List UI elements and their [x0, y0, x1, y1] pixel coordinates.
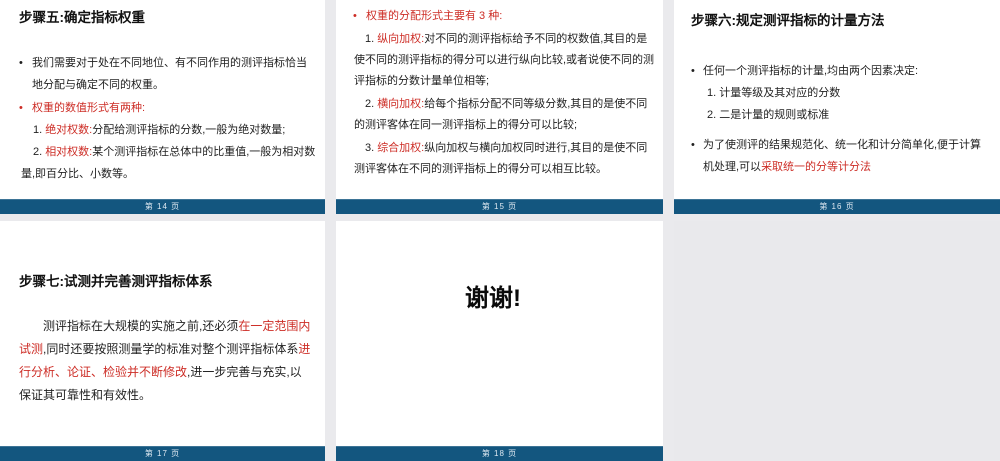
bullet-text: 任何一个测评指标的计量,均由两个因素决定: [703, 65, 919, 77]
sub-item: 1. 计量等级及其对应的分数 [707, 87, 841, 99]
page-number-bar: 第 15 页 [336, 199, 663, 214]
page-number-bar: 第 16 页 [674, 199, 1000, 214]
page-number-label: 第 16 页 [819, 201, 855, 211]
bullet-icon: • [691, 65, 695, 77]
item-term: 相对权数: [45, 146, 93, 158]
numbered-item: 1. 纵向加权:对不同的测评指标给予不同的权数值,其目的是使不同的测评指标的得分可… [353, 29, 655, 92]
page-number-bar: 第 17 页 [0, 446, 325, 461]
empty-slide-slot [674, 221, 1000, 461]
body-paragraph: 测评指标在大规模的实施之前,还必须在一定范围内试测,同时还要按照测量学的标准对整… [19, 315, 313, 407]
item-number: 1. [33, 124, 43, 136]
slide-18-body: 谢谢! [336, 221, 663, 446]
bullet-point-red: • 权重的分配形式主要有 3 种: [353, 6, 655, 27]
page-number-label: 第 17 页 [144, 448, 181, 458]
slide-page-15[interactable]: • 权重的分配形式主要有 3 种: 1. 纵向加权:对不同的测评指标给予不同的权数值… [336, 0, 663, 214]
page-number-label: 第 18 页 [481, 448, 518, 458]
numbered-item: 2. 横向加权:给每个指标分配不同等级分数,其目的是使不同的测评客体在同一测评指标… [353, 94, 655, 136]
slide-sorter-grid: 步骤五:确定指标权重 • 我们需要对于处在不同地位、有不同作用的测评指标恰当地分配… [0, 0, 1000, 461]
slide-page-17[interactable]: 步骤七:试测并完善测评指标体系 测评指标在大规模的实施之前,还必须在一定范围内试… [0, 221, 325, 461]
bullet-text: 权重的分配形式主要有 3 种: [366, 10, 503, 22]
bullet-icon: • [19, 102, 23, 114]
bullet-point: • 任何一个测评指标的计量,均由两个因素决定: [691, 60, 990, 82]
bullet-text-highlight: 采取统一的分等计分法 [761, 161, 872, 173]
item-number: 3. [365, 142, 375, 154]
numbered-item: 1. 绝对权数:分配给测评指标的分数,一般为绝对数量; [19, 119, 316, 141]
bullet-point: • 为了使测评的结果规范化、统一化和计分简单化,便于计算机处理,可以采取统一的分等… [691, 134, 990, 178]
sub-item: 2. 二是计量的规则或标准 [707, 109, 830, 121]
bullet-icon: • [691, 139, 695, 151]
slide-page-16[interactable]: 步骤六:规定测评指标的计量方法 • 任何一个测评指标的计量,均由两个因素决定: 1… [674, 0, 1000, 214]
slide-title: 步骤五:确定指标权重 [19, 10, 145, 25]
bullet-text: 我们需要对于处在不同地位、有不同作用的测评指标恰当地分配与确定不同的权重。 [32, 57, 307, 91]
page-number-label: 第 15 页 [481, 201, 518, 211]
page-number-label: 第 14 页 [144, 201, 181, 211]
slide-title: 步骤七:试测并完善测评指标体系 [19, 274, 213, 289]
item-term: 绝对权数: [45, 124, 93, 136]
slide-page-18[interactable]: 谢谢! 第 18 页 [336, 221, 663, 461]
item-term: 综合加权: [377, 142, 425, 154]
slide-16-body: 步骤六:规定测评指标的计量方法 • 任何一个测评指标的计量,均由两个因素决定: 1… [674, 0, 1000, 199]
item-number: 2. [33, 146, 43, 158]
para-text: ,同时还要按照测量学的标准对整个测评指标体系 [43, 342, 299, 356]
item-number: 2. [365, 98, 375, 110]
slide-17-body: 步骤七:试测并完善测评指标体系 测评指标在大规模的实施之前,还必须在一定范围内试… [0, 221, 325, 446]
para-text: 测评指标在大规模的实施之前,还必须 [43, 319, 239, 333]
item-term: 纵向加权: [377, 33, 425, 45]
slide-page-14[interactable]: 步骤五:确定指标权重 • 我们需要对于处在不同地位、有不同作用的测评指标恰当地分配… [0, 0, 325, 214]
item-text: 分配给测评指标的分数,一般为绝对数量; [92, 124, 286, 136]
bullet-point-red: • 权重的数值形式有两种: [19, 97, 316, 119]
item-term: 横向加权: [377, 98, 425, 110]
slide-14-body: 步骤五:确定指标权重 • 我们需要对于处在不同地位、有不同作用的测评指标恰当地分配… [0, 0, 325, 199]
thank-you-heading: 谢谢! [465, 285, 521, 312]
bullet-icon: • [19, 57, 23, 69]
numbered-item: 2. 相对权数:某个测评指标在总体中的比重值,一般为相对数量,即百分比、小数等。 [19, 141, 316, 185]
slide-title: 步骤六:规定测评指标的计量方法 [691, 13, 885, 28]
numbered-item: 3. 综合加权:纵向加权与横向加权同时进行,其目的是使不同测评客体在不同的测评指标… [353, 138, 655, 180]
page-number-bar: 第 18 页 [336, 446, 663, 461]
slide-15-body: • 权重的分配形式主要有 3 种: 1. 纵向加权:对不同的测评指标给予不同的权数值… [336, 0, 663, 199]
page-number-bar: 第 14 页 [0, 199, 325, 214]
bullet-point: • 我们需要对于处在不同地位、有不同作用的测评指标恰当地分配与确定不同的权重。 [19, 52, 316, 96]
item-number: 1. [365, 33, 375, 45]
bullet-text: 权重的数值形式有两种: [32, 102, 146, 114]
bullet-icon: • [353, 10, 357, 22]
